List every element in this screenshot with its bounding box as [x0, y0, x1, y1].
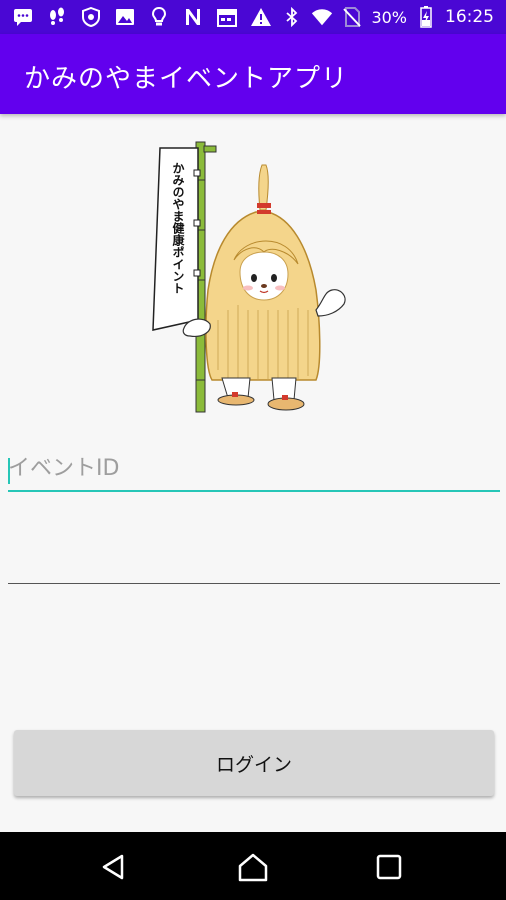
status-bar: 30% 16:25: [0, 0, 506, 34]
warning-icon: [250, 6, 272, 28]
back-icon[interactable]: [96, 850, 130, 884]
steps-icon: [46, 6, 68, 28]
text-cursor: [8, 458, 10, 484]
mascot-illustration: かみのやま健康ポイント: [148, 140, 358, 420]
navigation-bar: [0, 832, 506, 900]
app-bar: かみのやまイベントアプリ: [0, 34, 506, 114]
battery-percent: 30%: [371, 7, 407, 27]
shield-icon: [80, 6, 102, 28]
system-status: 30% 16:25: [281, 6, 494, 28]
bulb-icon: [148, 6, 170, 28]
clock: 16:25: [445, 7, 494, 27]
chat-icon: [12, 6, 34, 28]
home-icon[interactable]: [236, 850, 270, 884]
second-input-field[interactable]: [8, 540, 500, 584]
image-icon: [114, 6, 136, 28]
event-id-field[interactable]: [8, 448, 500, 492]
mascot-feet: [217, 377, 305, 411]
recents-icon[interactable]: [372, 850, 406, 884]
banner: かみのやま健康ポイント: [152, 147, 201, 331]
calendar-icon: [216, 6, 238, 28]
notification-icons: [12, 6, 272, 28]
second-input[interactable]: [8, 540, 500, 580]
event-id-input[interactable]: [8, 448, 500, 488]
banner-text: かみのやま健康ポイント: [171, 162, 185, 294]
bluetooth-icon: [281, 6, 303, 28]
n-icon: [182, 6, 204, 28]
no-sim-icon: [341, 6, 363, 28]
login-button[interactable]: ログイン: [14, 730, 494, 796]
wifi-icon: [311, 6, 333, 28]
app-title: かみのやまイベントアプリ: [24, 64, 349, 94]
battery-icon: [415, 6, 437, 28]
